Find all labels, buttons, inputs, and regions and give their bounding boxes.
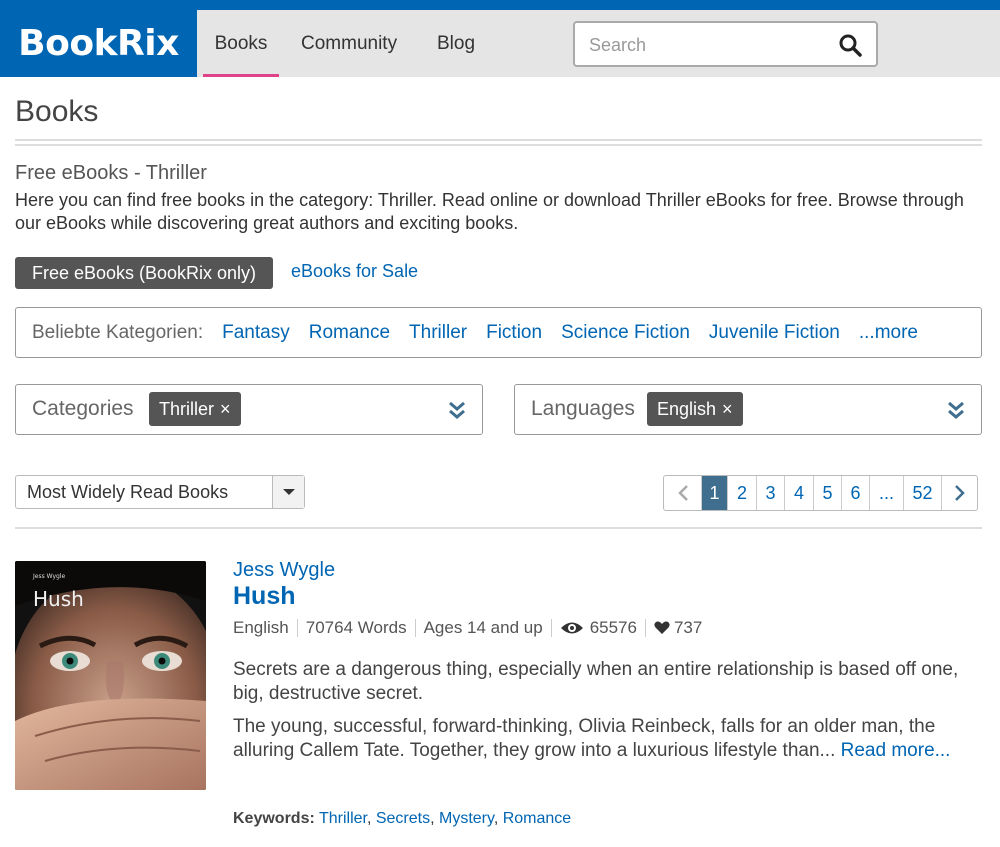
popular-category-link[interactable]: Thriller [409,322,467,344]
language-tag-label: English [657,398,717,419]
book-title-link[interactable]: Hush [233,582,296,611]
dropdown-caret-icon[interactable] [272,476,304,508]
sort-select[interactable]: Most Widely Read Books [15,475,305,509]
remove-tag-icon[interactable]: × [220,399,231,420]
keywords-label: Keywords: [233,810,315,827]
category-description: Here you can find free books in the cate… [15,190,964,233]
keyword-link[interactable]: Romance [503,810,571,827]
book-meta: English 70764 Words Ages 14 and up 65576… [233,618,702,638]
keyword-link[interactable]: Secrets [376,810,430,827]
category-tag-label: Thriller [159,398,215,419]
book-author-link[interactable]: Jess Wygle [233,559,335,582]
page-button[interactable]: 4 [784,476,813,510]
chevron-left-icon [677,485,688,501]
popular-category-link[interactable]: Juvenile Fiction [709,322,840,344]
languages-filter[interactable]: Languages English × [514,384,982,435]
nav-blog-label: Blog [437,32,476,54]
popular-category-link[interactable]: Fantasy [222,322,290,344]
popular-category-link[interactable]: Science Fiction [561,322,690,344]
free-ebooks-button[interactable]: Free eBooks (BookRix only) [15,257,273,289]
prev-page-button[interactable] [664,476,701,510]
page-button[interactable]: 52 [903,476,941,510]
book-cover[interactable]: Hush Jess Wygle [15,561,206,790]
book-keywords: Keywords: Thriller, Secrets, Mystery, Ro… [233,810,572,827]
page-button[interactable]: 5 [813,476,841,510]
cover-author: Jess Wygle [32,573,65,580]
category-subtitle: Free eBooks - Thriller [15,162,207,184]
read-more-link[interactable]: Read more... [841,740,951,761]
more-categories-link[interactable]: ...more [859,322,918,344]
sort-selected-value: Most Widely Read Books [27,482,229,502]
book-view-count: 65576 [589,618,637,637]
book-blurb-paragraph: The young, successful, forward-thinking,… [233,715,983,763]
popular-category-link[interactable]: Fiction [486,322,542,344]
search-icon[interactable] [838,33,862,57]
page-button[interactable]: 1 [701,476,727,510]
book-blurb-text: The young, successful, forward-thinking,… [233,716,936,761]
book-blurb-paragraph: Secrets are a dangerous thing, especiall… [233,659,959,704]
popular-categories-label: Beliebte Kategorien: [32,321,204,343]
search-box [573,21,878,67]
heart-icon[interactable] [654,621,670,635]
logo-text: BookRix [18,23,179,64]
keyword-link[interactable]: Mystery [439,810,494,827]
top-accent-bar [0,0,1000,10]
title-divider [15,139,982,146]
page-ellipsis: ... [869,476,903,510]
bookrix-logo[interactable]: BookRix [0,10,197,77]
pagination: 1 2 3 4 5 6 ... 52 [663,475,978,511]
nav-books[interactable]: Books [203,10,279,77]
categories-filter-label: Categories [32,397,134,420]
language-tag: English × [647,392,743,426]
book-like-count: 737 [673,618,703,637]
page-title: Books [15,95,99,128]
keyword-link[interactable]: Thriller [319,810,367,827]
meta-separator [296,619,298,637]
page-button[interactable]: 6 [841,476,869,510]
book-description: Secrets are a dangerous thing, especiall… [233,658,983,772]
categories-filter[interactable]: Categories Thriller × [15,384,483,435]
nav-community-label: Community [301,32,398,54]
category-tag: Thriller × [149,392,241,426]
free-ebooks-label: Free eBooks (BookRix only) [31,262,257,283]
languages-filter-label: Languages [531,397,635,420]
next-page-button[interactable] [941,476,977,510]
meta-separator [414,619,416,637]
popular-categories-bar: Beliebte Kategorien: Fantasy Romance Thr… [15,307,982,358]
cover-title: Hush [33,587,84,611]
nav-books-label: Books [214,32,268,54]
double-chevron-down-icon[interactable] [448,400,466,420]
meta-separator [550,619,552,637]
list-divider [15,527,982,529]
ebooks-for-sale-link[interactable]: eBooks for Sale [291,261,418,282]
meta-separator [644,619,646,637]
page-button[interactable]: 2 [727,476,756,510]
nav-blog[interactable]: Blog [437,10,475,77]
remove-tag-icon[interactable]: × [722,399,733,420]
page-button[interactable]: 3 [756,476,784,510]
chevron-right-icon [954,485,965,501]
nav-community[interactable]: Community [301,10,397,77]
book-word-count: 70764 Words [305,618,407,637]
search-input[interactable] [589,33,829,57]
eye-icon [560,622,583,634]
book-language: English [233,618,289,637]
book-age-rating: Ages 14 and up [423,618,543,637]
popular-category-link[interactable]: Romance [309,322,390,344]
site-header: BookRix Books Community Blog [0,10,1000,77]
double-chevron-down-icon[interactable] [947,400,965,420]
book-cover-image: Hush Jess Wygle [15,561,206,790]
